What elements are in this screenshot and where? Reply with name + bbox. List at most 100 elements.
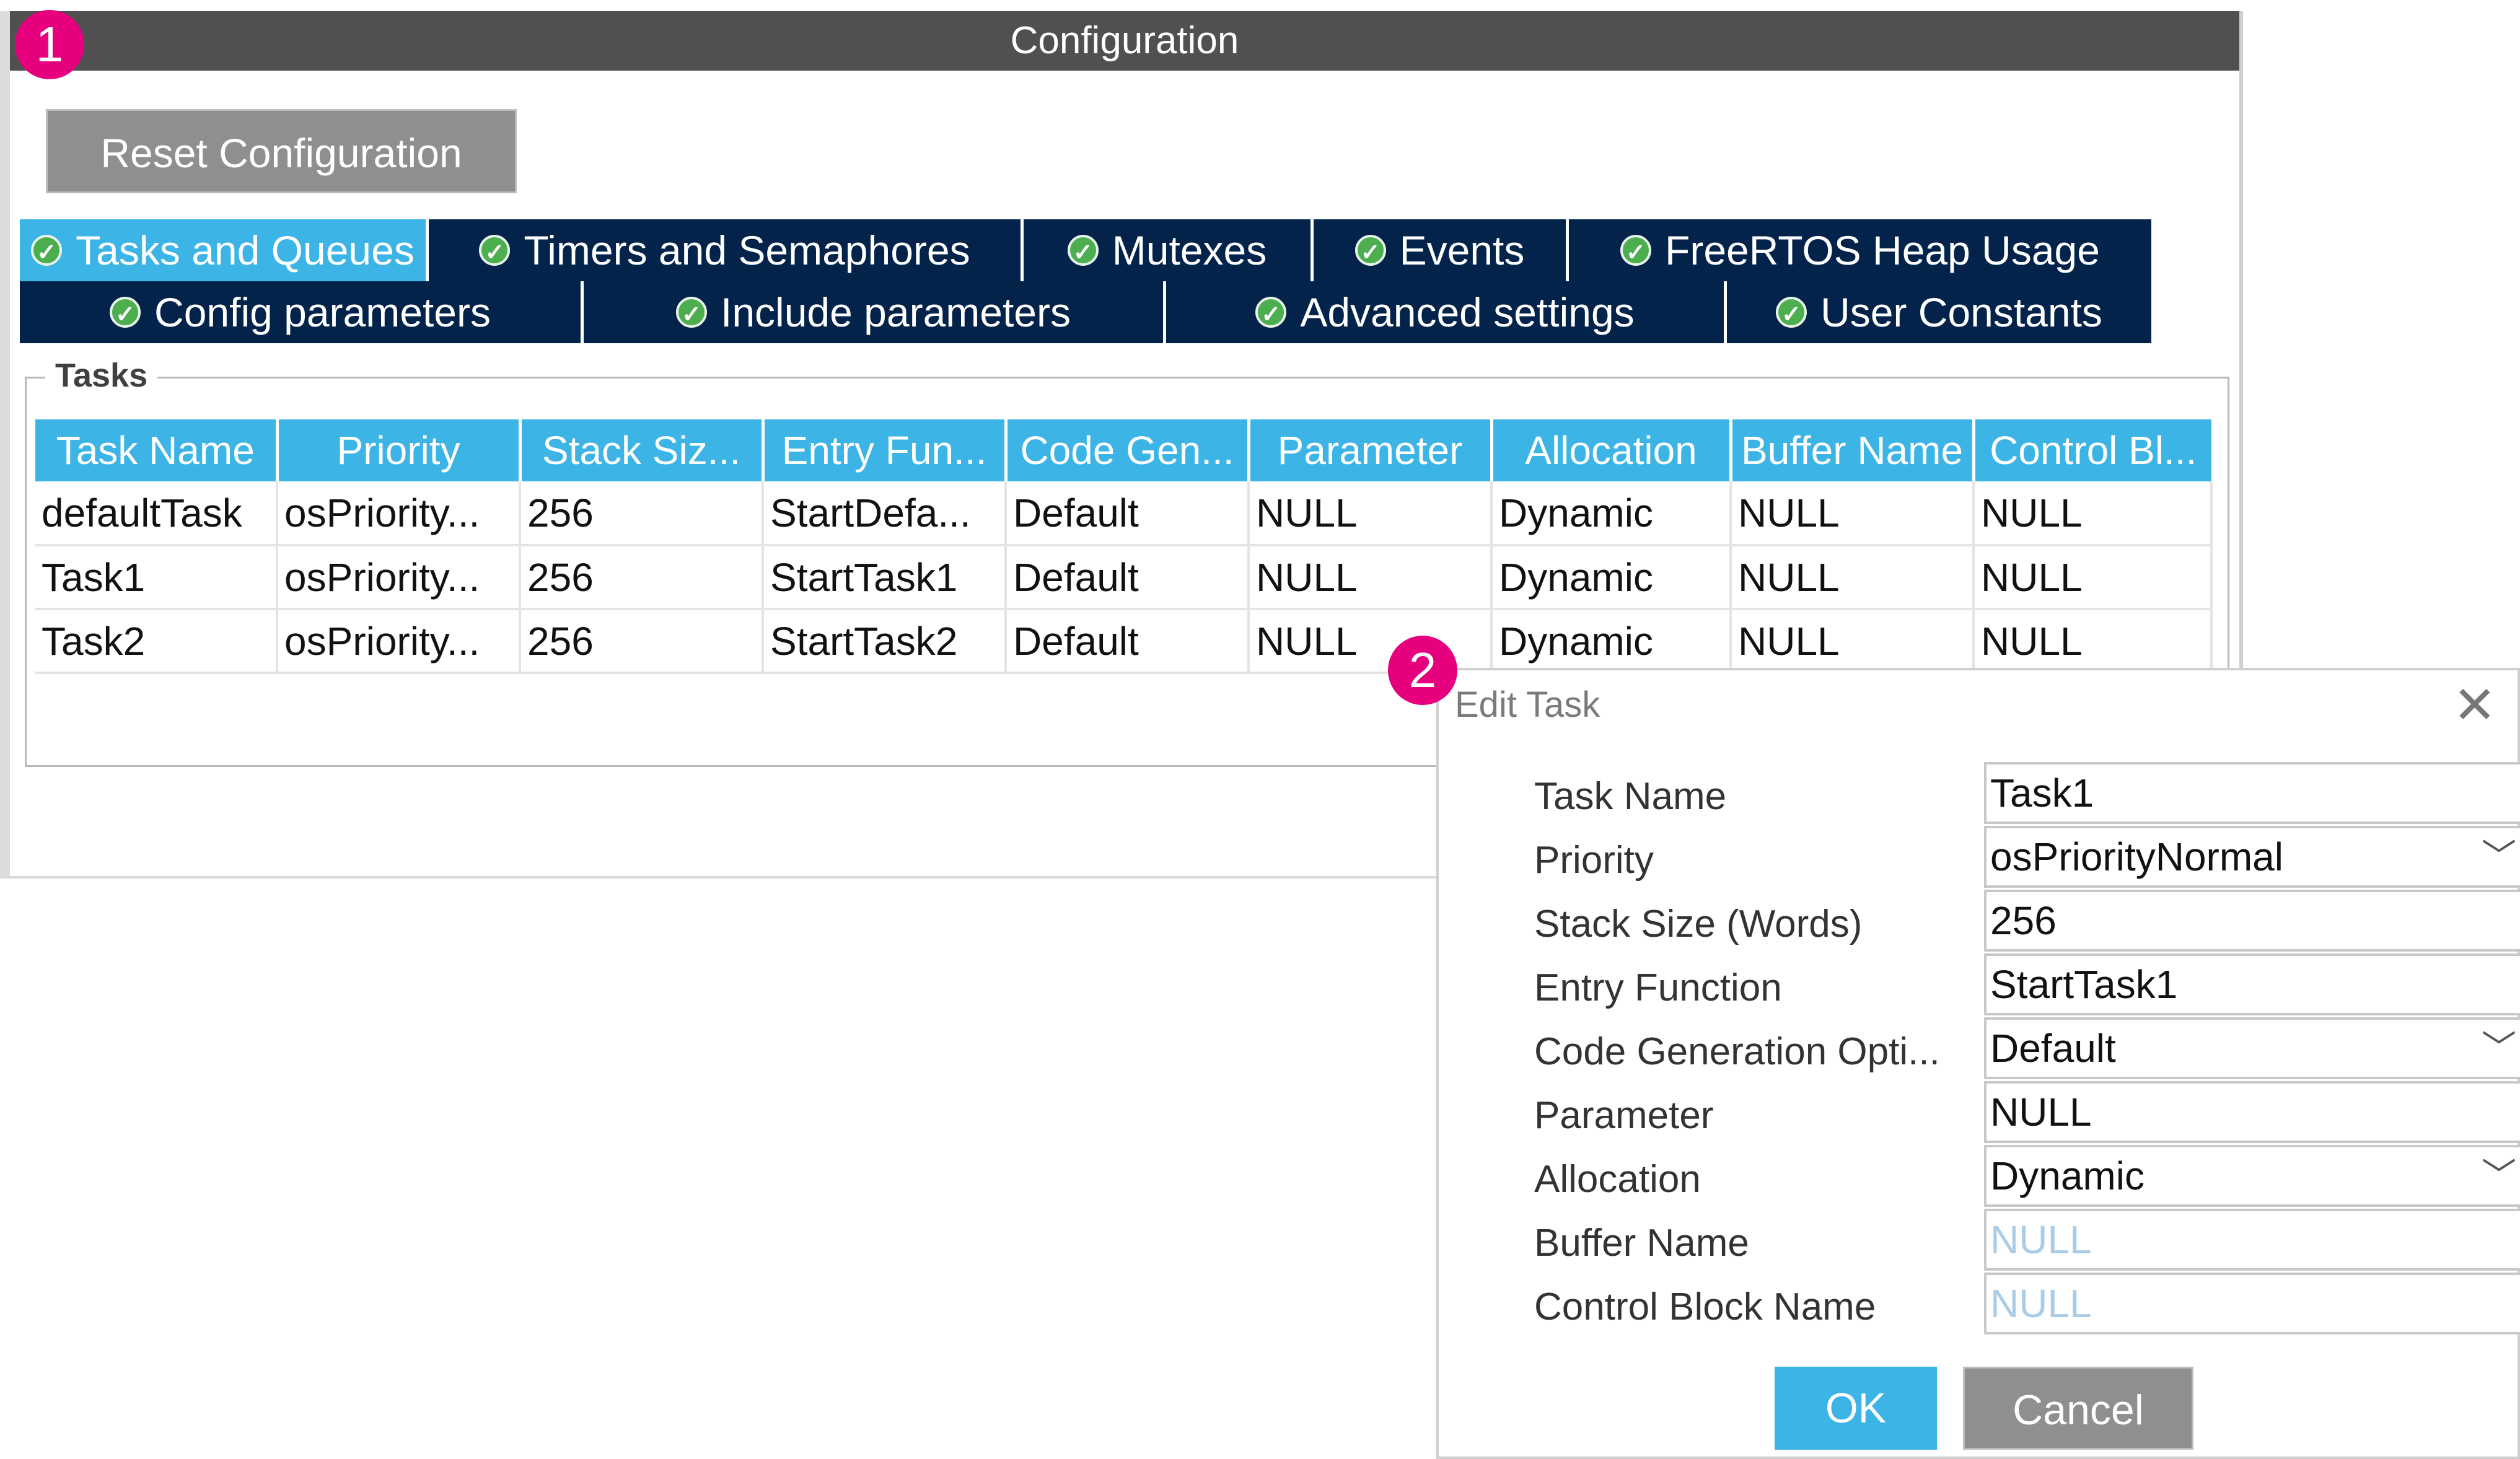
column-header[interactable]: Stack Siz... — [520, 419, 765, 481]
allocation-label: Allocation — [1534, 1158, 1701, 1201]
check-circle-icon: ✓ — [479, 235, 511, 266]
tab-freertos-heap-usage[interactable]: ✓ FreeRTOS Heap Usage — [1569, 219, 2151, 281]
table-row[interactable]: Task1 osPriority... 256 StartTask1 Defau… — [35, 545, 2213, 610]
cell-code-generation: Default — [1006, 609, 1250, 674]
parameter-value: NULL — [1990, 1090, 2092, 1134]
cell-task-name: Task2 — [35, 609, 278, 674]
cell-task-name: defaultTask — [35, 481, 278, 546]
cell-code-generation: Default — [1006, 545, 1250, 610]
priority-select[interactable]: osPriorityNormal ﹀ — [1984, 826, 2520, 888]
cell-allocation: Dynamic — [1491, 609, 1732, 674]
tab-label: Events — [1399, 227, 1525, 273]
buffer-name-field[interactable]: NULL — [1984, 1209, 2520, 1271]
entry-function-value: StartTask1 — [1990, 962, 2178, 1007]
tab-label: Timers and Semaphores — [524, 227, 970, 273]
check-circle-icon: ✓ — [31, 235, 63, 266]
tab-timers-and-semaphores[interactable]: ✓ Timers and Semaphores — [429, 219, 1024, 281]
control-block-name-field[interactable]: NULL — [1984, 1273, 2520, 1334]
close-icon[interactable]: ✕ — [2453, 679, 2496, 731]
table-header-row: Task Name Priority Stack Siz... Entry Fu… — [35, 419, 2211, 481]
tasks-table: Task Name Priority Stack Siz... Entry Fu… — [35, 419, 2213, 674]
check-circle-icon: ✓ — [1255, 297, 1287, 328]
entry-function-field[interactable]: StartTask1 — [1984, 953, 2520, 1015]
column-header[interactable]: Entry Fun... — [763, 419, 1008, 481]
reset-configuration-button[interactable]: Reset Configuration — [46, 109, 517, 193]
table-row[interactable]: defaultTask osPriority... 256 StartDefa.… — [35, 481, 2213, 546]
allocation-select[interactable]: Dynamic ﹀ — [1984, 1145, 2520, 1207]
check-circle-icon: ✓ — [1776, 297, 1807, 328]
cell-parameter: NULL — [1249, 545, 1493, 610]
cell-control-block: NULL — [1973, 545, 2213, 610]
cancel-button[interactable]: Cancel — [1963, 1367, 2193, 1450]
code-generation-value: Default — [1990, 1026, 2116, 1071]
cell-priority: osPriority... — [277, 481, 521, 546]
parameter-label: Parameter — [1534, 1094, 1714, 1137]
edit-task-dialog: Edit Task ✕ Task Name Task1 Priority osP… — [1436, 668, 2520, 1459]
tab-label: Config parameters — [154, 289, 491, 335]
tab-row-secondary: ✓ Config parameters ✓ Include parameters… — [20, 281, 2151, 343]
column-header[interactable]: Control Bl... — [1973, 419, 2211, 481]
check-circle-icon: ✓ — [1620, 235, 1652, 266]
callout-badge-2: 2 — [1388, 636, 1457, 705]
stack-size-value: 256 — [1990, 898, 2057, 943]
dialog-title: Edit Task — [1455, 685, 1600, 725]
cell-parameter: NULL — [1249, 481, 1493, 546]
cell-stack-size: 256 — [520, 545, 764, 610]
entry-function-label: Entry Function — [1534, 966, 1782, 1009]
column-header[interactable]: Task Name — [35, 419, 279, 481]
column-header[interactable]: Buffer Name — [1731, 419, 1975, 481]
tab-label: Tasks and Queues — [76, 227, 415, 273]
tab-label: Include parameters — [721, 289, 1071, 335]
tab-include-parameters[interactable]: ✓ Include parameters — [584, 281, 1166, 343]
cell-priority: osPriority... — [277, 609, 521, 674]
cell-priority: osPriority... — [277, 545, 521, 610]
priority-label: Priority — [1534, 839, 1654, 882]
stack-size-field[interactable]: 256 — [1984, 890, 2520, 952]
column-header[interactable]: Code Gen... — [1006, 419, 1250, 481]
tab-config-parameters[interactable]: ✓ Config parameters — [20, 281, 584, 343]
configuration-title: Configuration — [10, 11, 2239, 71]
cell-task-name: Task1 — [35, 545, 278, 610]
control-block-name-value: NULL — [1990, 1281, 2092, 1326]
check-circle-icon: ✓ — [1067, 235, 1099, 266]
cell-stack-size: 256 — [520, 481, 764, 546]
tab-tasks-and-queues[interactable]: ✓ Tasks and Queues — [20, 219, 429, 281]
task-name-value: Task1 — [1990, 771, 2094, 815]
callout-badge-1: 1 — [15, 10, 84, 79]
check-circle-icon: ✓ — [110, 297, 141, 328]
tab-label: Mutexes — [1112, 227, 1267, 273]
check-circle-icon: ✓ — [1354, 235, 1386, 266]
cell-entry-function: StartTask1 — [763, 545, 1007, 610]
tab-advanced-settings[interactable]: ✓ Advanced settings — [1166, 281, 1727, 343]
cell-allocation: Dynamic — [1491, 481, 1732, 546]
code-generation-select[interactable]: Default ﹀ — [1984, 1017, 2520, 1079]
allocation-value: Dynamic — [1990, 1154, 2145, 1198]
cell-buffer-name: NULL — [1731, 481, 1975, 546]
chevron-down-icon: ﹀ — [2482, 1028, 2516, 1067]
tasks-group-legend: Tasks — [45, 356, 158, 395]
column-header[interactable]: Parameter — [1249, 419, 1493, 481]
tab-mutexes[interactable]: ✓ Mutexes — [1024, 219, 1314, 281]
tab-label: User Constants — [1820, 289, 2102, 335]
task-name-field[interactable]: Task1 — [1984, 762, 2520, 824]
cell-entry-function: StartTask2 — [763, 609, 1007, 674]
column-header[interactable]: Priority — [277, 419, 522, 481]
stack-size-label: Stack Size (Words) — [1534, 903, 1863, 945]
buffer-name-value: NULL — [1990, 1217, 2092, 1262]
cell-stack-size: 256 — [520, 609, 764, 674]
tab-row-primary: ✓ Tasks and Queues ✓ Timers and Semaphor… — [20, 219, 2151, 281]
tab-user-constants[interactable]: ✓ User Constants — [1727, 281, 2151, 343]
code-generation-label: Code Generation Opti... — [1534, 1030, 1940, 1073]
column-header[interactable]: Allocation — [1491, 419, 1732, 481]
table-row[interactable]: Task2 osPriority... 256 StartTask2 Defau… — [35, 609, 2213, 674]
ok-button[interactable]: OK — [1775, 1367, 1937, 1450]
tab-events[interactable]: ✓ Events — [1314, 219, 1569, 281]
control-block-name-label: Control Block Name — [1534, 1286, 1876, 1328]
cell-control-block: NULL — [1973, 481, 2213, 546]
parameter-field[interactable]: NULL — [1984, 1081, 2520, 1143]
chevron-down-icon: ﹀ — [2482, 1156, 2516, 1195]
chevron-down-icon: ﹀ — [2482, 837, 2516, 876]
task-name-label: Task Name — [1534, 775, 1727, 818]
cell-buffer-name: NULL — [1731, 545, 1975, 610]
tab-label: FreeRTOS Heap Usage — [1665, 227, 2100, 273]
